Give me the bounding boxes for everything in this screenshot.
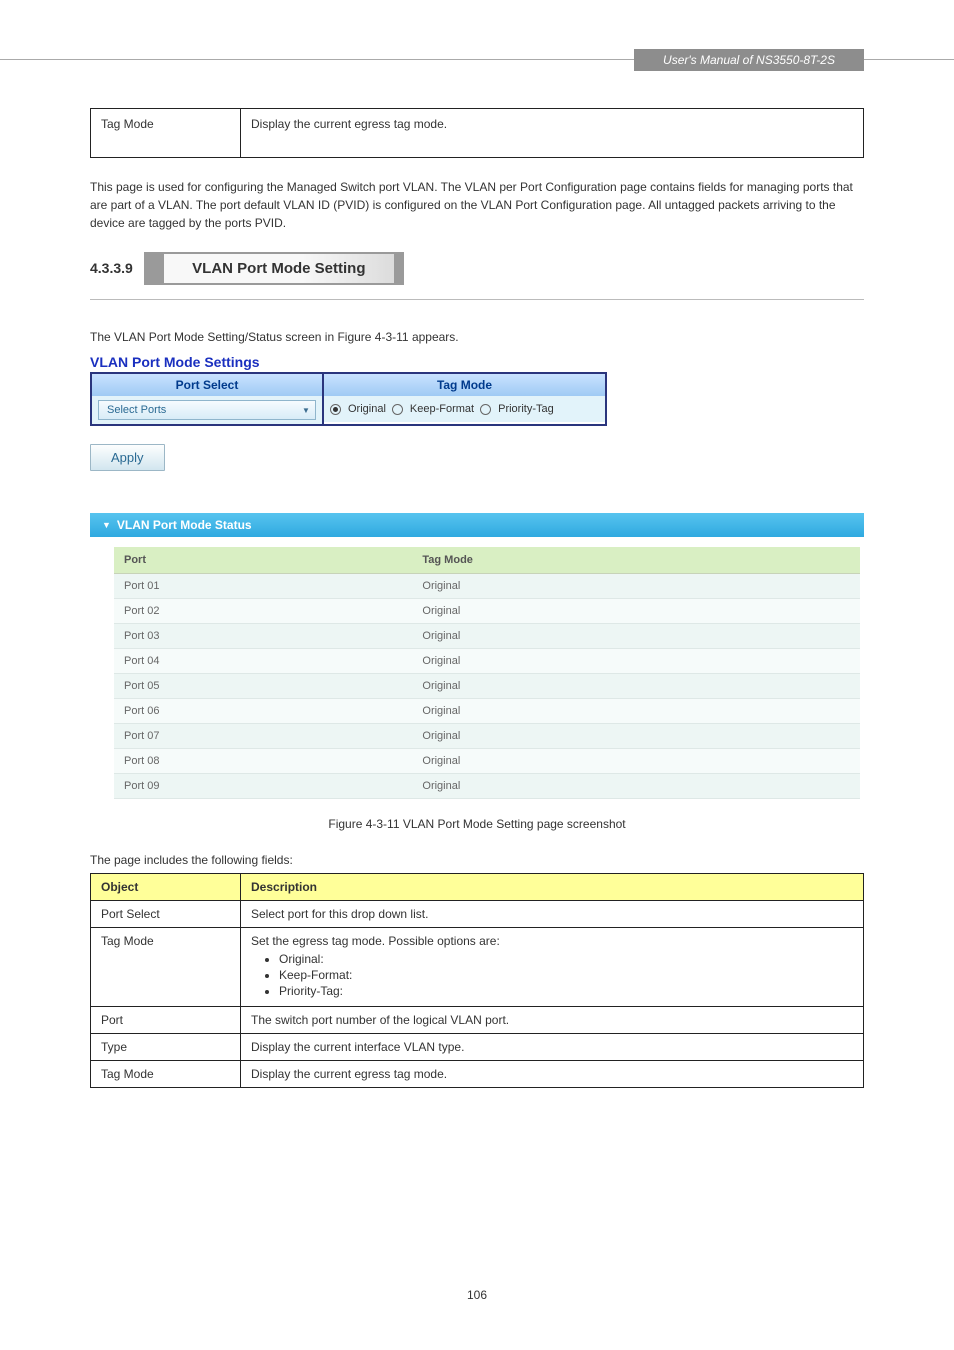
desc-description-cell: Display the current egress tag mode. — [241, 1061, 864, 1088]
settings-header-tag-mode: Tag Mode — [324, 374, 605, 396]
status-port-cell: Port 04 — [114, 649, 412, 674]
table-row: Port 06Original — [114, 699, 860, 724]
status-port-cell: Port 07 — [114, 724, 412, 749]
status-tagmode-cell: Original — [412, 749, 860, 774]
desc-object-cell: Tag Mode — [91, 928, 241, 1007]
description-table: Object Description Port SelectSelect por… — [90, 873, 864, 1088]
status-tagmode-cell: Original — [412, 699, 860, 724]
table-row: Port 03Original — [114, 624, 860, 649]
table-row: Tag ModeDisplay the current egress tag m… — [91, 1061, 864, 1088]
status-tagmode-cell: Original — [412, 574, 860, 599]
port-select-dropdown[interactable]: Select Ports ▼ — [98, 400, 316, 420]
status-port-cell: Port 06 — [114, 699, 412, 724]
chevron-down-icon: ▼ — [102, 520, 111, 530]
radio-priority-tag-label: Priority-Tag — [498, 403, 554, 415]
desc-description-cell: Set the egress tag mode. Possible option… — [241, 928, 864, 1007]
desc-object-cell: Type — [91, 1034, 241, 1061]
status-tagmode-cell: Original — [412, 624, 860, 649]
status-port-cell: Port 03 — [114, 624, 412, 649]
status-tagmode-cell: Original — [412, 674, 860, 699]
status-panel-header[interactable]: ▼ VLAN Port Mode Status — [90, 513, 864, 537]
status-tagmode-cell: Original — [412, 774, 860, 799]
status-tagmode-cell: Original — [412, 724, 860, 749]
status-port-cell: Port 02 — [114, 599, 412, 624]
top-info-row: Tag Mode Display the current egress tag … — [90, 108, 864, 158]
settings-box: Port Select Select Ports ▼ Tag Mode Orig… — [90, 372, 607, 426]
radio-original[interactable] — [330, 404, 341, 415]
desc-intro: The page includes the following fields: — [90, 853, 864, 867]
section-title: VLAN Port Mode Setting — [144, 252, 403, 285]
manual-title-bar: User's Manual of NS3550-8T-2S — [634, 49, 864, 71]
radio-keep-format[interactable] — [392, 404, 403, 415]
desc-col-object: Object — [91, 874, 241, 901]
section-divider — [90, 299, 864, 300]
table-row: Port 08Original — [114, 749, 860, 774]
settings-header-port-select: Port Select — [92, 374, 322, 396]
status-panel-title: VLAN Port Mode Status — [117, 518, 252, 532]
status-table: Port Tag Mode Port 01OriginalPort 02Orig… — [114, 547, 860, 799]
desc-col-description: Description — [241, 874, 864, 901]
desc-description-cell: Select port for this drop down list. — [241, 901, 864, 928]
desc-description-cell: Display the current interface VLAN type. — [241, 1034, 864, 1061]
table-row: Port SelectSelect port for this drop dow… — [91, 901, 864, 928]
table-row: Port 07Original — [114, 724, 860, 749]
figure-intro: The VLAN Port Mode Setting/Status screen… — [90, 330, 864, 344]
status-port-cell: Port 08 — [114, 749, 412, 774]
table-row: TypeDisplay the current interface VLAN t… — [91, 1034, 864, 1061]
status-tagmode-cell: Original — [412, 649, 860, 674]
top-info-label: Tag Mode — [91, 109, 241, 157]
table-row: Port 04Original — [114, 649, 860, 674]
status-col-port: Port — [114, 547, 412, 574]
status-tagmode-cell: Original — [412, 599, 860, 624]
table-row: Port 02Original — [114, 599, 860, 624]
radio-priority-tag[interactable] — [480, 404, 491, 415]
table-row: Port 09Original — [114, 774, 860, 799]
chevron-down-icon: ▼ — [299, 403, 313, 417]
port-select-placeholder: Select Ports — [107, 404, 166, 416]
radio-original-label: Original — [348, 403, 386, 415]
settings-title: VLAN Port Mode Settings — [90, 354, 864, 370]
section-number: 4.3.3.9 — [90, 260, 133, 276]
table-row: PortThe switch port number of the logica… — [91, 1007, 864, 1034]
desc-description-cell: The switch port number of the logical VL… — [241, 1007, 864, 1034]
status-port-cell: Port 09 — [114, 774, 412, 799]
table-row: Tag ModeSet the egress tag mode. Possibl… — [91, 928, 864, 1007]
apply-button[interactable]: Apply — [90, 444, 165, 471]
table-row: Port 01Original — [114, 574, 860, 599]
status-port-cell: Port 05 — [114, 674, 412, 699]
radio-keep-format-label: Keep-Format — [410, 403, 474, 415]
status-port-cell: Port 01 — [114, 574, 412, 599]
desc-object-cell: Tag Mode — [91, 1061, 241, 1088]
desc-object-cell: Port Select — [91, 901, 241, 928]
body-paragraph: This page is used for configuring the Ma… — [90, 178, 864, 232]
table-row: Port 05Original — [114, 674, 860, 699]
page-number: 106 — [0, 1288, 954, 1302]
status-col-tagmode: Tag Mode — [412, 547, 860, 574]
desc-object-cell: Port — [91, 1007, 241, 1034]
top-info-value: Display the current egress tag mode. — [241, 109, 863, 157]
figure-caption: Figure 4-3-11 VLAN Port Mode Setting pag… — [90, 817, 864, 831]
